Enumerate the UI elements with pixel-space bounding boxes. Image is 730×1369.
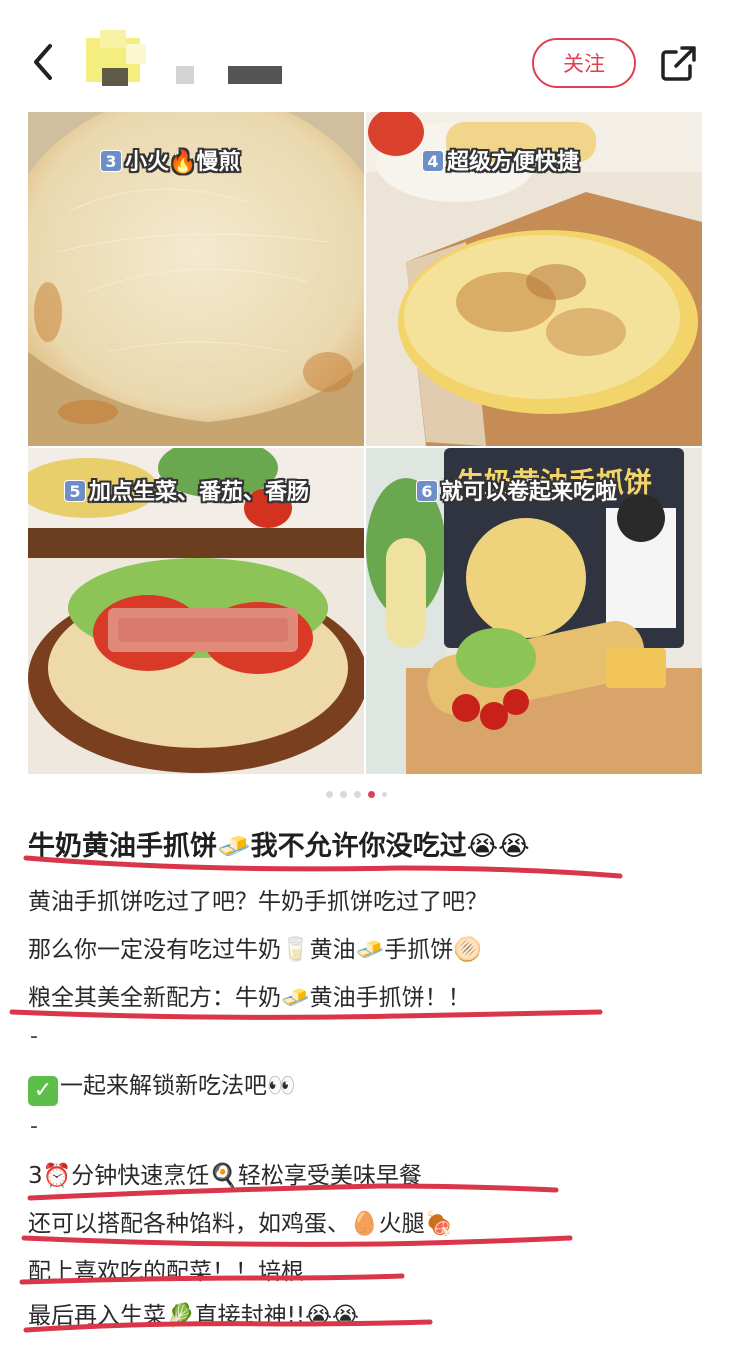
- caption-step-3: 3 小火🔥慢煎: [100, 144, 240, 176]
- author-name-blurred-2[interactable]: [228, 66, 282, 84]
- separator-dash: -: [30, 1024, 38, 1049]
- caption-step-4: 4 超级方便快捷: [422, 144, 579, 176]
- share-icon[interactable]: [660, 44, 698, 82]
- avatar[interactable]: [86, 30, 158, 90]
- follow-button[interactable]: 关注: [532, 38, 636, 88]
- page-dot-3[interactable]: [354, 791, 361, 798]
- gallery-image-pancake-frying: 3 小火🔥慢煎: [28, 112, 364, 446]
- body-line-3: 粮全其美全新配方：牛奶🧈黄油手抓饼！！: [28, 985, 471, 1011]
- body-line-2: 那么你一定没有吃过牛奶🥛黄油🧈手抓饼🫓: [28, 937, 482, 963]
- body-line-7: 配上喜欢吃的配菜！！培根...: [28, 1259, 326, 1285]
- underline-line-6: [21, 1235, 573, 1247]
- body-line-unlock-text: 一起来解锁新吃法吧👀: [60, 1073, 296, 1099]
- author-name-blurred[interactable]: [176, 66, 194, 84]
- post-title: 牛奶黄油手抓饼🧈我不允许你没吃过😭😭: [28, 831, 530, 862]
- page-dot-4-active[interactable]: [368, 791, 375, 798]
- image-gallery[interactable]: 3 小火🔥慢煎 4 超级方便快捷 5 加点生菜、番茄、香肠 牛奶黄油手抓饼 6 …: [28, 112, 702, 774]
- gallery-image-pancake-plate: 4 超级方便快捷: [366, 112, 702, 446]
- header: 关注: [0, 0, 730, 112]
- back-arrow-icon[interactable]: [26, 40, 60, 84]
- page-dot-5[interactable]: [382, 792, 387, 797]
- gallery-image-pancake-wrap: 牛奶黄油手抓饼 6 就可以卷起来吃啦: [366, 448, 702, 774]
- gallery-image-pancake-toppings: 5 加点生菜、番茄、香肠: [28, 448, 364, 774]
- body-line-6: 还可以搭配各种馅料，如鸡蛋、🥚火腿🍖: [28, 1211, 454, 1237]
- caption-step-6: 6 就可以卷起来吃啦: [416, 474, 617, 506]
- body-line-unlock: ✓ 一起来解锁新吃法吧👀: [28, 1066, 296, 1106]
- check-mark-icon: ✓: [28, 1076, 58, 1106]
- body-line-8: 最后再入生菜🥬直接封神!!😭😭: [28, 1303, 359, 1329]
- caption-step-5: 5 加点生菜、番茄、香肠: [64, 474, 309, 506]
- body-line-1: 黄油手抓饼吃过了吧？牛奶手抓饼吃过了吧？: [28, 889, 488, 915]
- underline-line-3: [9, 1009, 603, 1020]
- gallery-pagination[interactable]: [326, 791, 387, 798]
- body-line-5: 3⏰分钟快速烹饪🍳轻松享受美味早餐: [28, 1163, 422, 1189]
- separator-dash-2: -: [30, 1114, 38, 1139]
- page-dot-1[interactable]: [326, 791, 333, 798]
- page-dot-2[interactable]: [340, 791, 347, 798]
